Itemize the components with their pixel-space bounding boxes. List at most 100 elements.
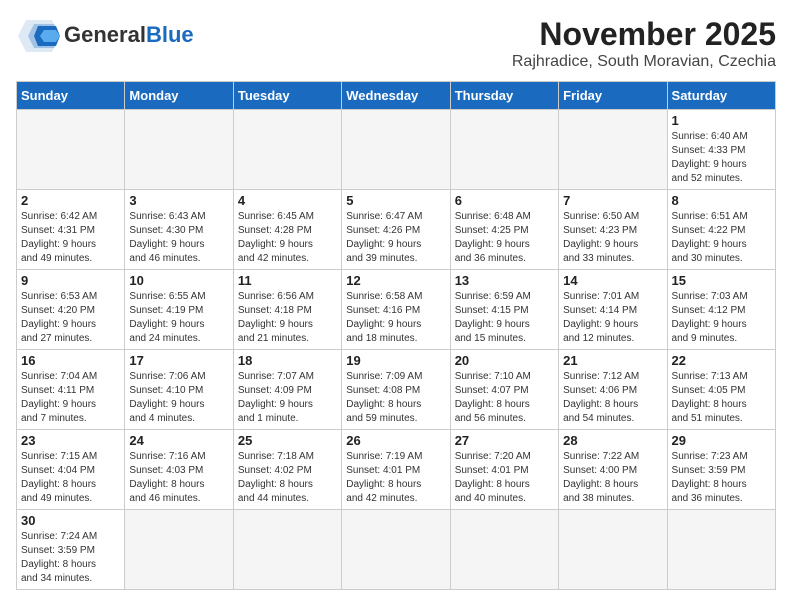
- day-number: 28: [563, 433, 662, 448]
- day-info: Sunrise: 7:10 AM Sunset: 4:07 PM Dayligh…: [455, 370, 554, 426]
- day-info: Sunrise: 6:48 AM Sunset: 4:25 PM Dayligh…: [455, 210, 554, 266]
- day-info: Sunrise: 7:12 AM Sunset: 4:06 PM Dayligh…: [563, 370, 662, 426]
- day-number: 18: [238, 353, 337, 368]
- weekday-header-friday: Friday: [559, 82, 667, 110]
- calendar-cell: [667, 510, 775, 590]
- day-number: 24: [129, 433, 228, 448]
- calendar-cell: 3 Sunrise: 6:43 AM Sunset: 4:30 PM Daylig…: [125, 190, 233, 270]
- day-number: 2: [21, 193, 120, 208]
- weekday-header-monday: Monday: [125, 82, 233, 110]
- day-number: 26: [346, 433, 445, 448]
- day-info: Sunrise: 6:58 AM Sunset: 4:16 PM Dayligh…: [346, 290, 445, 346]
- location-title: Rajhradice, South Moravian, Czechia: [512, 53, 776, 71]
- day-info: Sunrise: 7:20 AM Sunset: 4:01 PM Dayligh…: [455, 450, 554, 506]
- logo-icon: [16, 16, 60, 54]
- calendar-cell: 1Sunrise: 6:40 AM Sunset: 4:33 PM Daylig…: [667, 110, 775, 190]
- calendar-cell: 18 Sunrise: 7:07 AM Sunset: 4:09 PM Dayli…: [233, 350, 341, 430]
- calendar-cell: [559, 110, 667, 190]
- calendar-cell: 16Sunrise: 7:04 AM Sunset: 4:11 PM Dayli…: [17, 350, 125, 430]
- day-number: 5: [346, 193, 445, 208]
- day-number: 23: [21, 433, 120, 448]
- page-header: GeneralBlue November 2025 Rajhradice, So…: [16, 16, 776, 71]
- calendar-cell: 14 Sunrise: 7:01 AM Sunset: 4:14 PM Dayli…: [559, 270, 667, 350]
- day-info: Sunrise: 6:53 AM Sunset: 4:20 PM Dayligh…: [21, 290, 120, 346]
- day-info: Sunrise: 7:24 AM Sunset: 3:59 PM Dayligh…: [21, 530, 120, 586]
- day-info: Sunrise: 6:42 AM Sunset: 4:31 PM Dayligh…: [21, 210, 120, 266]
- day-number: 9: [21, 273, 120, 288]
- calendar-cell: [450, 110, 558, 190]
- day-number: 17: [129, 353, 228, 368]
- calendar-cell: 9 Sunrise: 6:53 AM Sunset: 4:20 PM Daylig…: [17, 270, 125, 350]
- calendar-cell: 7 Sunrise: 6:50 AM Sunset: 4:23 PM Daylig…: [559, 190, 667, 270]
- calendar-cell: 4 Sunrise: 6:45 AM Sunset: 4:28 PM Daylig…: [233, 190, 341, 270]
- day-info: Sunrise: 7:16 AM Sunset: 4:03 PM Dayligh…: [129, 450, 228, 506]
- calendar-cell: [342, 110, 450, 190]
- day-number: 10: [129, 273, 228, 288]
- day-info: Sunrise: 7:07 AM Sunset: 4:09 PM Dayligh…: [238, 370, 337, 426]
- calendar-cell: 21Sunrise: 7:12 AM Sunset: 4:06 PM Dayli…: [559, 350, 667, 430]
- calendar-cell: 8 Sunrise: 6:51 AM Sunset: 4:22 PM Daylig…: [667, 190, 775, 270]
- day-info: Sunrise: 7:18 AM Sunset: 4:02 PM Dayligh…: [238, 450, 337, 506]
- day-number: 6: [455, 193, 554, 208]
- weekday-header-saturday: Saturday: [667, 82, 775, 110]
- calendar-cell: [233, 510, 341, 590]
- day-number: 27: [455, 433, 554, 448]
- day-info: Sunrise: 6:56 AM Sunset: 4:18 PM Dayligh…: [238, 290, 337, 346]
- day-info: Sunrise: 7:01 AM Sunset: 4:14 PM Dayligh…: [563, 290, 662, 346]
- logo: GeneralBlue: [16, 16, 194, 54]
- calendar-cell: [342, 510, 450, 590]
- calendar-cell: 24 Sunrise: 7:16 AM Sunset: 4:03 PM Dayli…: [125, 430, 233, 510]
- day-number: 19: [346, 353, 445, 368]
- day-info: Sunrise: 7:15 AM Sunset: 4:04 PM Dayligh…: [21, 450, 120, 506]
- day-info: Sunrise: 6:47 AM Sunset: 4:26 PM Dayligh…: [346, 210, 445, 266]
- day-info: Sunrise: 7:04 AM Sunset: 4:11 PM Dayligh…: [21, 370, 120, 426]
- day-info: Sunrise: 6:40 AM Sunset: 4:33 PM Dayligh…: [672, 130, 771, 186]
- calendar-cell: 11 Sunrise: 6:56 AM Sunset: 4:18 PM Dayli…: [233, 270, 341, 350]
- day-info: Sunrise: 7:22 AM Sunset: 4:00 PM Dayligh…: [563, 450, 662, 506]
- calendar-cell: 2 Sunrise: 6:42 AM Sunset: 4:31 PM Daylig…: [17, 190, 125, 270]
- calendar-cell: 5 Sunrise: 6:47 AM Sunset: 4:26 PM Daylig…: [342, 190, 450, 270]
- day-info: Sunrise: 6:51 AM Sunset: 4:22 PM Dayligh…: [672, 210, 771, 266]
- day-number: 15: [672, 273, 771, 288]
- calendar-cell: 26 Sunrise: 7:19 AM Sunset: 4:01 PM Dayli…: [342, 430, 450, 510]
- calendar-cell: 23 Sunrise: 7:15 AM Sunset: 4:04 PM Dayli…: [17, 430, 125, 510]
- calendar-cell: 27 Sunrise: 7:20 AM Sunset: 4:01 PM Dayli…: [450, 430, 558, 510]
- title-area: November 2025 Rajhradice, South Moravian…: [512, 16, 776, 71]
- day-number: 11: [238, 273, 337, 288]
- day-number: 14: [563, 273, 662, 288]
- calendar-table: SundayMondayTuesdayWednesdayThursdayFrid…: [16, 81, 776, 590]
- calendar-cell: 20 Sunrise: 7:10 AM Sunset: 4:07 PM Dayli…: [450, 350, 558, 430]
- day-number: 8: [672, 193, 771, 208]
- day-number: 25: [238, 433, 337, 448]
- calendar-cell: [559, 510, 667, 590]
- day-info: Sunrise: 6:50 AM Sunset: 4:23 PM Dayligh…: [563, 210, 662, 266]
- day-info: Sunrise: 6:59 AM Sunset: 4:15 PM Dayligh…: [455, 290, 554, 346]
- calendar-cell: 25 Sunrise: 7:18 AM Sunset: 4:02 PM Dayli…: [233, 430, 341, 510]
- day-info: Sunrise: 7:23 AM Sunset: 3:59 PM Dayligh…: [672, 450, 771, 506]
- calendar-cell: [17, 110, 125, 190]
- calendar-cell: 30Sunrise: 7:24 AM Sunset: 3:59 PM Dayli…: [17, 510, 125, 590]
- calendar-cell: 12 Sunrise: 6:58 AM Sunset: 4:16 PM Dayli…: [342, 270, 450, 350]
- calendar-cell: [233, 110, 341, 190]
- day-number: 3: [129, 193, 228, 208]
- day-info: Sunrise: 7:09 AM Sunset: 4:08 PM Dayligh…: [346, 370, 445, 426]
- calendar-cell: [125, 510, 233, 590]
- day-info: Sunrise: 6:43 AM Sunset: 4:30 PM Dayligh…: [129, 210, 228, 266]
- calendar-cell: 17 Sunrise: 7:06 AM Sunset: 4:10 PM Dayli…: [125, 350, 233, 430]
- day-number: 12: [346, 273, 445, 288]
- day-info: Sunrise: 7:19 AM Sunset: 4:01 PM Dayligh…: [346, 450, 445, 506]
- day-number: 22: [672, 353, 771, 368]
- day-number: 7: [563, 193, 662, 208]
- weekday-header-thursday: Thursday: [450, 82, 558, 110]
- calendar-cell: 6 Sunrise: 6:48 AM Sunset: 4:25 PM Daylig…: [450, 190, 558, 270]
- day-info: Sunrise: 6:45 AM Sunset: 4:28 PM Dayligh…: [238, 210, 337, 266]
- weekday-header-wednesday: Wednesday: [342, 82, 450, 110]
- calendar-cell: 10Sunrise: 6:55 AM Sunset: 4:19 PM Dayli…: [125, 270, 233, 350]
- day-info: Sunrise: 7:06 AM Sunset: 4:10 PM Dayligh…: [129, 370, 228, 426]
- month-title: November 2025: [512, 16, 776, 53]
- day-info: Sunrise: 7:13 AM Sunset: 4:05 PM Dayligh…: [672, 370, 771, 426]
- calendar-cell: 28 Sunrise: 7:22 AM Sunset: 4:00 PM Dayli…: [559, 430, 667, 510]
- day-number: 4: [238, 193, 337, 208]
- weekday-header-sunday: Sunday: [17, 82, 125, 110]
- day-number: 20: [455, 353, 554, 368]
